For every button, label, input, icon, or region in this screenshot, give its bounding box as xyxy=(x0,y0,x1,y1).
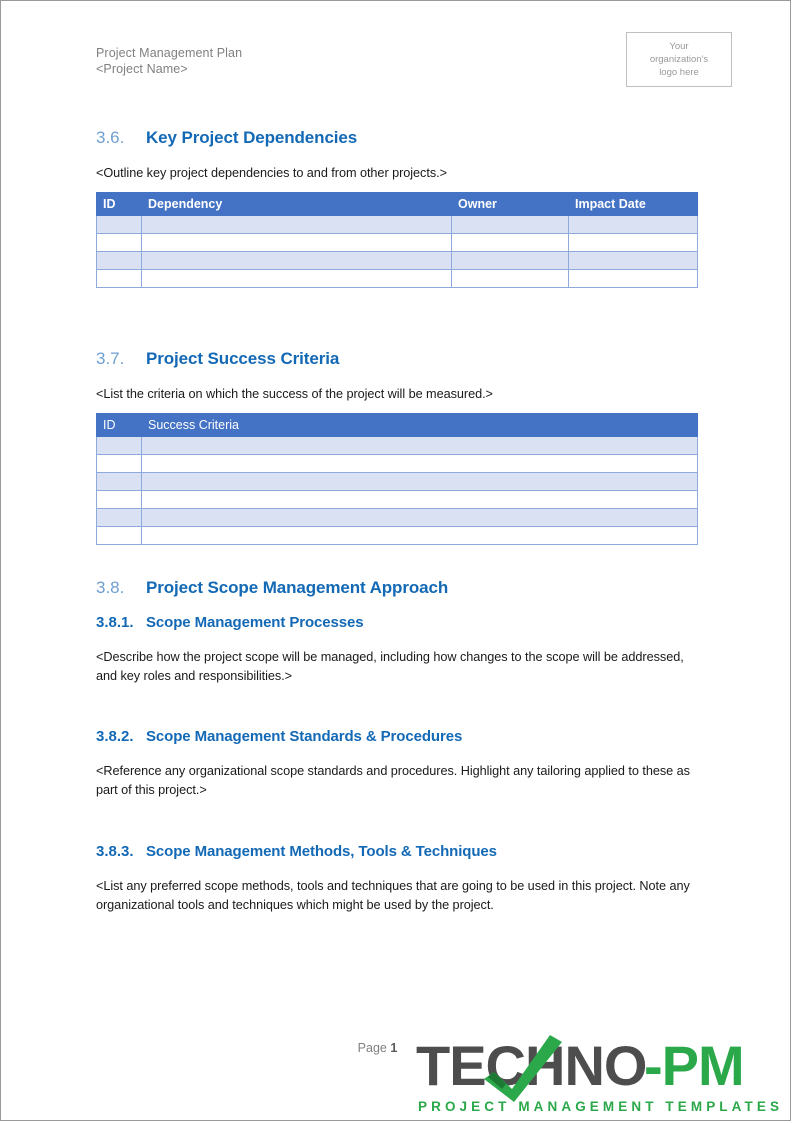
table-row[interactable] xyxy=(96,526,698,545)
table-row[interactable] xyxy=(96,490,698,509)
table-project-success-criteria: ID Success Criteria xyxy=(96,413,698,545)
header-doc-title: Project Management Plan xyxy=(96,46,243,60)
cell-id[interactable] xyxy=(96,251,142,270)
column-header-id: ID xyxy=(96,192,142,216)
cell-id[interactable] xyxy=(96,269,142,288)
heading-3-8: 3.8. Project Scope Management Approach xyxy=(96,578,736,598)
cell-success-criteria[interactable] xyxy=(141,436,698,455)
table-row[interactable] xyxy=(96,251,698,270)
cell-dependency[interactable] xyxy=(141,269,452,288)
table-row[interactable] xyxy=(96,233,698,252)
footer-page-number: 1 xyxy=(390,1041,398,1055)
heading-3-8-3-number: 3.8.3. xyxy=(96,843,134,860)
table-header-row: ID Dependency Owner Impact Date xyxy=(96,192,698,216)
cell-dependency[interactable] xyxy=(141,233,452,252)
heading-3-8-3-title: Scope Management Methods, Tools & Techni… xyxy=(146,843,497,860)
cell-success-criteria[interactable] xyxy=(141,508,698,527)
cell-impact-date[interactable] xyxy=(568,251,698,270)
cell-success-criteria[interactable] xyxy=(141,454,698,473)
cell-id[interactable] xyxy=(96,454,142,473)
logo-tagline: PROJECT MANAGEMENT TEMPLATES xyxy=(418,1099,783,1114)
cell-id[interactable] xyxy=(96,508,142,527)
cell-id[interactable] xyxy=(96,472,142,491)
table-row[interactable] xyxy=(96,269,698,288)
column-header-id: ID xyxy=(96,413,142,437)
table-row[interactable] xyxy=(96,215,698,234)
cell-success-criteria[interactable] xyxy=(141,472,698,491)
cell-owner[interactable] xyxy=(451,233,569,252)
logo-pm-text: -PM xyxy=(644,1034,744,1097)
paragraph-3-7-intro: <List the criteria on which the success … xyxy=(96,387,493,401)
logo-placeholder-line-2: organization's xyxy=(649,54,709,65)
paragraph-3-8-3-body: <List any preferred scope methods, tools… xyxy=(96,879,690,912)
techno-pm-logo: TECHNO -PM PROJECT MANAGEMENT TEMPLATES xyxy=(416,1027,786,1117)
table-header-row: ID Success Criteria xyxy=(96,413,698,437)
cell-id[interactable] xyxy=(96,233,142,252)
column-header-success-criteria: Success Criteria xyxy=(141,413,698,437)
heading-3-8-2-title: Scope Management Standards & Procedures xyxy=(146,728,463,745)
heading-3-8-1: 3.8.1. Scope Management Processes xyxy=(96,614,736,631)
cell-owner[interactable] xyxy=(451,215,569,234)
document-header: Project Management Plan <Project Name> xyxy=(96,45,696,77)
paragraph-3-8-1-body: <Describe how the project scope will be … xyxy=(96,650,684,683)
heading-3-7-number: 3.7. xyxy=(96,349,125,368)
table-key-project-dependencies: ID Dependency Owner Impact Date xyxy=(96,192,698,288)
heading-3-8-2-number: 3.8.2. xyxy=(96,728,134,745)
table-row[interactable] xyxy=(96,508,698,527)
heading-3-8-1-title: Scope Management Processes xyxy=(146,614,364,631)
paragraph-3-8-2-body: <Reference any organizational scope stan… xyxy=(96,764,690,797)
cell-dependency[interactable] xyxy=(141,215,452,234)
cell-success-criteria[interactable] xyxy=(141,526,698,545)
heading-3-6-title: Key Project Dependencies xyxy=(146,128,358,147)
cell-id[interactable] xyxy=(96,526,142,545)
table-row[interactable] xyxy=(96,454,698,473)
cell-success-criteria[interactable] xyxy=(141,490,698,509)
column-header-impact-date: Impact Date xyxy=(568,192,698,216)
heading-3-7-title: Project Success Criteria xyxy=(146,349,340,368)
heading-3-8-title: Project Scope Management Approach xyxy=(146,578,449,597)
heading-3-8-number: 3.8. xyxy=(96,578,125,597)
cell-id[interactable] xyxy=(96,215,142,234)
paragraph-3-6-intro: <Outline key project dependencies to and… xyxy=(96,166,447,180)
logo-placeholder-line-3: logo here xyxy=(659,67,699,78)
header-project-name: <Project Name> xyxy=(96,62,188,76)
footer-page-label: Page xyxy=(357,1041,387,1055)
heading-3-6: 3.6. Key Project Dependencies xyxy=(96,128,736,148)
heading-3-8-1-number: 3.8.1. xyxy=(96,614,134,631)
cell-owner[interactable] xyxy=(451,251,569,270)
column-header-dependency: Dependency xyxy=(141,192,452,216)
heading-3-6-number: 3.6. xyxy=(96,128,125,147)
cell-owner[interactable] xyxy=(451,269,569,288)
table-row[interactable] xyxy=(96,472,698,491)
heading-3-8-3: 3.8.3. Scope Management Methods, Tools &… xyxy=(96,843,736,860)
cell-impact-date[interactable] xyxy=(568,269,698,288)
cell-impact-date[interactable] xyxy=(568,215,698,234)
table-row[interactable] xyxy=(96,436,698,455)
logo-placeholder-line-1: Your xyxy=(669,41,689,52)
cell-dependency[interactable] xyxy=(141,251,452,270)
heading-3-8-2: 3.8.2. Scope Management Standards & Proc… xyxy=(96,728,736,745)
cell-impact-date[interactable] xyxy=(568,233,698,252)
cell-id[interactable] xyxy=(96,490,142,509)
document-page: Project Management Plan <Project Name> Y… xyxy=(0,0,791,1121)
cell-id[interactable] xyxy=(96,436,142,455)
column-header-owner: Owner xyxy=(451,192,569,216)
organization-logo-placeholder: Your organization's logo here xyxy=(626,32,732,87)
heading-3-7: 3.7. Project Success Criteria xyxy=(96,349,736,369)
